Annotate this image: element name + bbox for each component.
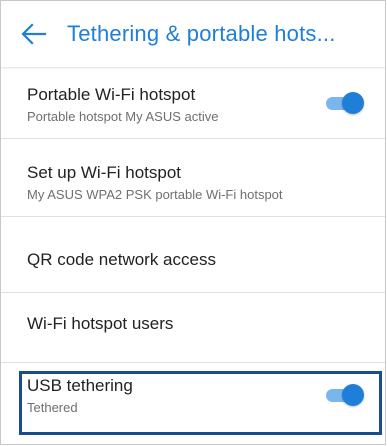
setting-title: Portable Wi-Fi hotspot <box>27 85 196 104</box>
setup-wifi-hotspot-setting[interactable]: Set up Wi-Fi hotspot My ASUS WPA2 PSK po… <box>1 139 385 217</box>
wifi-hotspot-users-setting[interactable]: Wi-Fi hotspot users <box>1 293 385 363</box>
back-arrow-icon[interactable] <box>21 23 47 45</box>
usb-tethering-toggle[interactable] <box>326 384 364 406</box>
toggle-thumb <box>342 92 364 114</box>
setting-title: USB tethering <box>27 376 133 395</box>
tethering-settings-screen: Tethering & portable hots... Portable Wi… <box>0 0 386 445</box>
page-title: Tethering & portable hots... <box>67 21 336 46</box>
setting-summary: My ASUS WPA2 PSK portable Wi-Fi hotspot <box>27 187 283 202</box>
qr-code-network-access-setting[interactable]: QR code network access <box>1 217 385 293</box>
toggle-thumb <box>342 384 364 406</box>
portable-wifi-hotspot-setting[interactable]: Portable Wi-Fi hotspot Portable hotspot … <box>1 67 385 139</box>
setting-title: QR code network access <box>27 250 216 269</box>
setting-title: Wi-Fi hotspot users <box>27 314 174 333</box>
setting-summary: Portable hotspot My ASUS active <box>27 109 219 124</box>
app-bar: Tethering & portable hots... <box>1 1 385 67</box>
usb-tethering-setting[interactable]: USB tethering Tethered <box>1 363 385 444</box>
setting-title: Set up Wi-Fi hotspot <box>27 163 182 182</box>
setting-summary: Tethered <box>27 400 78 415</box>
portable-wifi-hotspot-toggle[interactable] <box>326 92 364 114</box>
